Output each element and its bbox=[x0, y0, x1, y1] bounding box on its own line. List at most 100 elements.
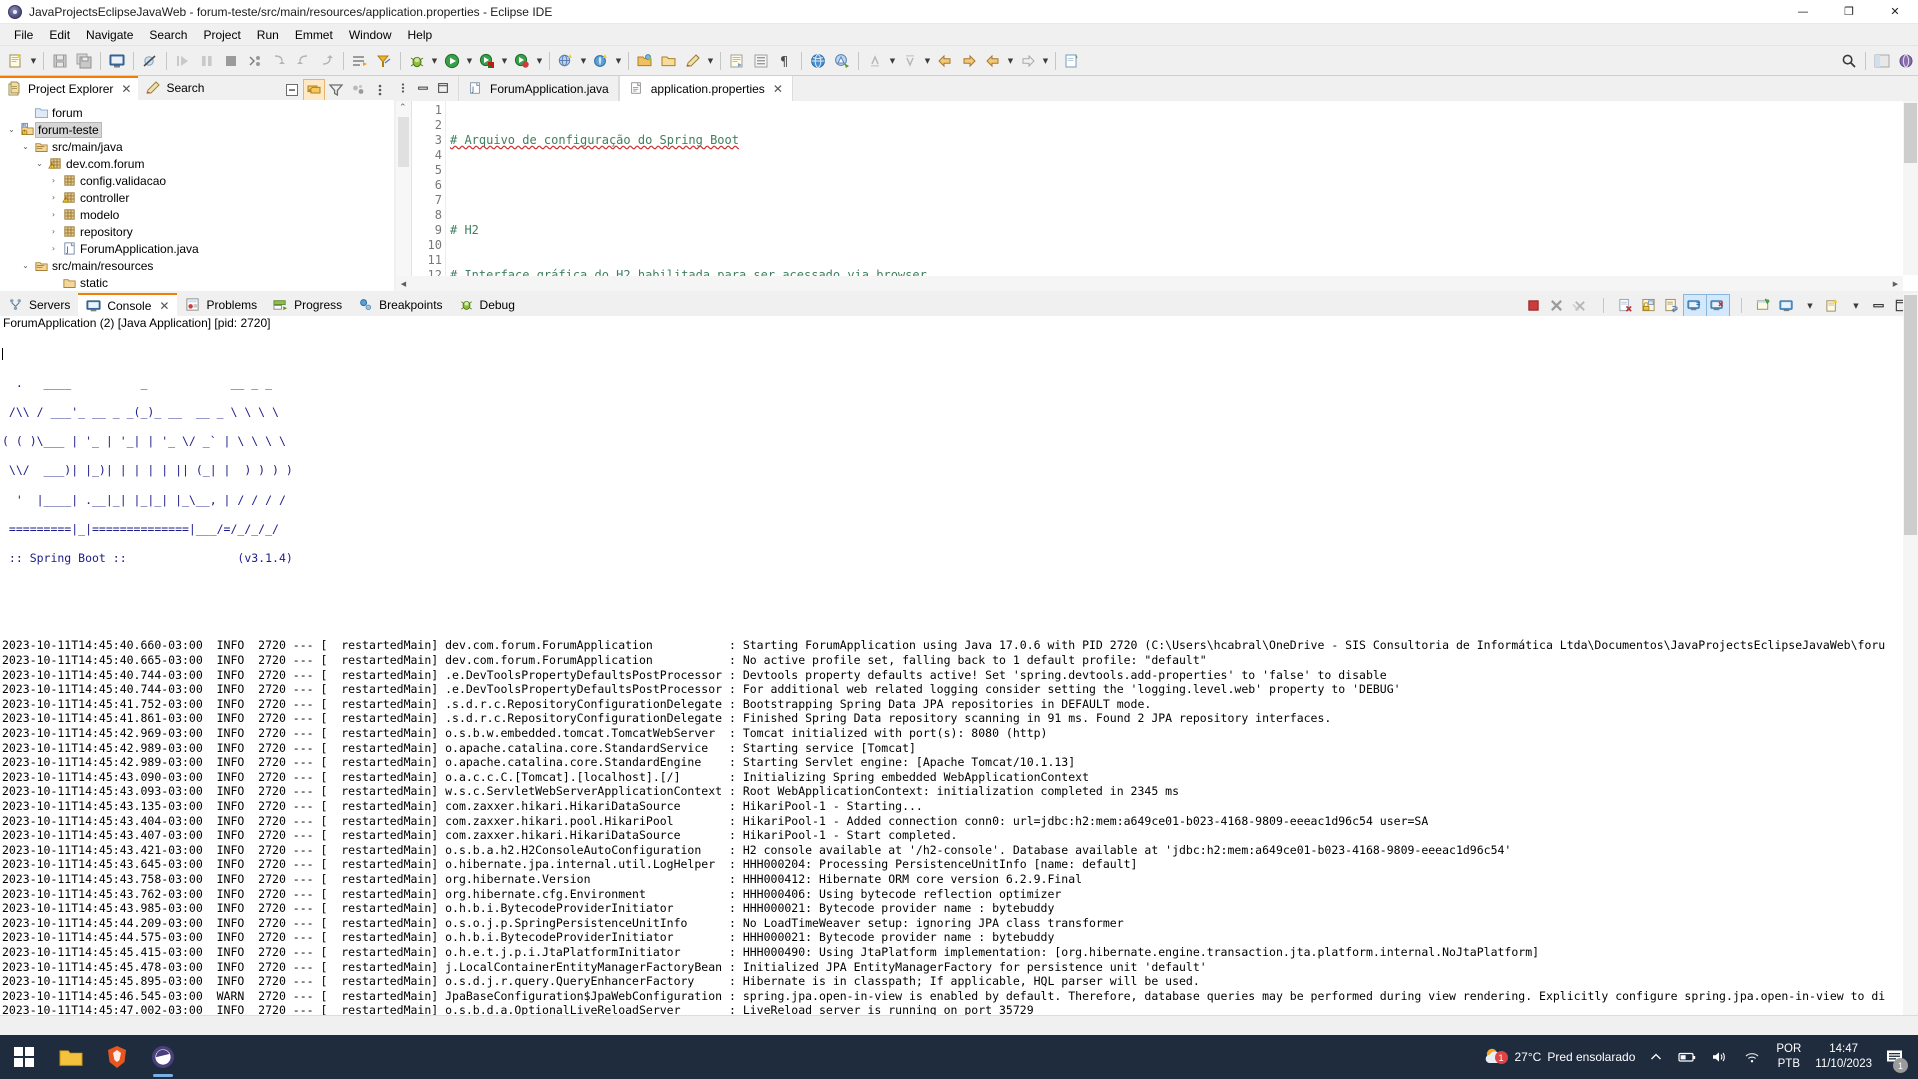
tab-breakpoints[interactable]: Breakpoints bbox=[350, 293, 450, 316]
show-whitespace-icon[interactable]: ¶ bbox=[773, 49, 797, 73]
back-history-icon[interactable] bbox=[981, 49, 1005, 73]
forward-icon[interactable] bbox=[957, 49, 981, 73]
step-into-icon[interactable] bbox=[267, 49, 291, 73]
new-dynamic-web-project-icon[interactable] bbox=[554, 49, 578, 73]
new-wizard-dropdown-icon[interactable]: ▼ bbox=[28, 49, 39, 73]
pin-console-icon[interactable] bbox=[1753, 295, 1775, 316]
next-annotation-dropdown-icon[interactable]: ▼ bbox=[922, 49, 933, 73]
tab-debug[interactable]: Debug bbox=[451, 293, 523, 316]
scrollbar-thumb[interactable] bbox=[1904, 295, 1917, 535]
step-return-icon[interactable] bbox=[315, 49, 339, 73]
tree-item-repository[interactable]: › repository bbox=[0, 223, 394, 240]
code-lines[interactable]: # Arquivo de configuração do Spring Boot… bbox=[446, 101, 1918, 291]
new-server-icon[interactable] bbox=[589, 49, 613, 73]
tab-project-explorer[interactable]: Project Explorer ✕ bbox=[0, 76, 139, 100]
maximize-icon[interactable] bbox=[436, 81, 451, 97]
forward-history-dropdown-icon[interactable]: ▼ bbox=[1040, 49, 1051, 73]
coverage-dropdown-icon[interactable]: ▼ bbox=[499, 49, 510, 73]
twisty[interactable]: › bbox=[46, 244, 61, 253]
terminate-icon[interactable] bbox=[1523, 295, 1545, 316]
new-wizard-icon[interactable] bbox=[4, 49, 28, 73]
view-filter-icon[interactable] bbox=[326, 80, 346, 100]
tree-item-static[interactable]: static bbox=[0, 274, 394, 291]
suspend-icon[interactable] bbox=[195, 49, 219, 73]
web-dropdown-icon[interactable]: ▼ bbox=[578, 49, 589, 73]
save-icon[interactable] bbox=[48, 49, 72, 73]
tree-item-config-validacao[interactable]: › config.validacao bbox=[0, 172, 394, 189]
tree-item-src-main-java[interactable]: ⌄ src/main/java bbox=[0, 138, 394, 155]
show-hidden-icons-chevron-icon[interactable] bbox=[1642, 1050, 1670, 1064]
tab-problems[interactable]: Problems bbox=[177, 293, 265, 316]
twisty[interactable]: › bbox=[46, 193, 61, 202]
scroll-lock-icon[interactable] bbox=[1638, 295, 1660, 316]
clear-console-icon[interactable] bbox=[1615, 295, 1637, 316]
tab-progress[interactable]: Progress bbox=[265, 293, 350, 316]
toggle-block-selection-icon[interactable] bbox=[749, 49, 773, 73]
profile-icon[interactable] bbox=[510, 49, 534, 73]
open-folder-icon[interactable] bbox=[633, 49, 657, 73]
remove-launch-icon[interactable] bbox=[1546, 295, 1568, 316]
tree-item-forum-application-java[interactable]: › J ForumApplication.java bbox=[0, 240, 394, 257]
twisty[interactable]: ⌄ bbox=[18, 142, 33, 151]
minimize-button[interactable]: — bbox=[1780, 0, 1826, 23]
edit-pen-icon[interactable] bbox=[681, 49, 705, 73]
tab-console[interactable]: Console ✕ bbox=[78, 293, 178, 316]
twisty[interactable]: ⌄ bbox=[4, 125, 19, 134]
open-console-icon[interactable] bbox=[1822, 295, 1844, 316]
back-history-dropdown-icon[interactable]: ▼ bbox=[1005, 49, 1016, 73]
word-wrap-icon[interactable] bbox=[1661, 295, 1683, 316]
menu-navigate[interactable]: Navigate bbox=[78, 26, 141, 44]
tab-application-properties[interactable]: application.properties ✕ bbox=[618, 76, 793, 101]
twisty[interactable]: › bbox=[46, 227, 61, 236]
skip-breakpoints-icon[interactable] bbox=[138, 49, 162, 73]
tree-item-forum[interactable]: forum bbox=[0, 104, 394, 121]
new-java-class-icon[interactable] bbox=[348, 49, 372, 73]
terminate-grey-icon[interactable] bbox=[219, 49, 243, 73]
menu-run[interactable]: Run bbox=[249, 26, 287, 44]
scroll-up-icon[interactable]: ⌃ bbox=[399, 103, 407, 113]
code-editor[interactable]: ⌃ 1 2 3 4 5 6 7 8 9 10 11 12 # Arquivo d… bbox=[396, 101, 1918, 291]
step-over-icon[interactable] bbox=[291, 49, 315, 73]
run-dropdown-icon[interactable]: ▼ bbox=[464, 49, 475, 73]
console-vertical-scrollbar[interactable] bbox=[1903, 293, 1918, 1019]
server-dropdown-icon[interactable]: ▼ bbox=[613, 49, 624, 73]
open-perspective-icon[interactable] bbox=[830, 49, 854, 73]
open-folder-plain-icon[interactable] bbox=[657, 49, 681, 73]
tree-item-modelo[interactable]: › modelo bbox=[0, 206, 394, 223]
profile-dropdown-icon[interactable]: ▼ bbox=[534, 49, 545, 73]
menu-edit[interactable]: Edit bbox=[41, 26, 78, 44]
twisty[interactable]: › bbox=[46, 210, 61, 219]
open-console-dropdown-icon[interactable]: ▼ bbox=[1845, 295, 1867, 316]
editor-vertical-scrollbar[interactable] bbox=[1903, 101, 1918, 275]
debug-icon[interactable] bbox=[405, 49, 429, 73]
console-output[interactable]: . ____ _ __ _ _ /\\ / ___'_ __ _ _(_)_ _… bbox=[0, 332, 1918, 1035]
forward-history-icon[interactable] bbox=[1016, 49, 1040, 73]
notification-icon[interactable]: 1 bbox=[1878, 1035, 1912, 1079]
tree-item-forum-teste[interactable]: ⌄ M! forum-teste bbox=[0, 121, 394, 138]
windows-start-icon[interactable] bbox=[0, 1035, 48, 1079]
open-web-perspective-icon[interactable] bbox=[1894, 49, 1918, 73]
display-selected-console-icon[interactable] bbox=[1776, 295, 1798, 316]
menu-search[interactable]: Search bbox=[141, 26, 195, 44]
overview-ruler[interactable]: ⌃ bbox=[396, 101, 412, 291]
focus-on-active-task-icon[interactable] bbox=[348, 80, 368, 100]
maximize-button[interactable]: ❐ bbox=[1826, 0, 1872, 23]
project-tree[interactable]: forum ⌄ M! forum-teste ⌄ src/main/java ⌄ bbox=[0, 100, 394, 291]
edit-dropdown-icon[interactable]: ▼ bbox=[705, 49, 716, 73]
run-as-coverage-icon[interactable] bbox=[475, 49, 499, 73]
menu-project[interactable]: Project bbox=[195, 26, 248, 44]
previous-annotation-dropdown-icon[interactable]: ▼ bbox=[887, 49, 898, 73]
menu-file[interactable]: File bbox=[6, 26, 41, 44]
tab-servers[interactable]: Servers bbox=[0, 293, 78, 316]
scrollbar-thumb[interactable] bbox=[1904, 103, 1917, 163]
open-console-icon[interactable] bbox=[105, 49, 129, 73]
disconnect-icon[interactable] bbox=[243, 49, 267, 73]
open-web-browser-icon[interactable] bbox=[806, 49, 830, 73]
clock[interactable]: 14:47 11/10/2023 bbox=[1809, 1042, 1878, 1072]
collapse-all-icon[interactable] bbox=[282, 80, 302, 100]
tab-search[interactable]: Search bbox=[138, 76, 211, 100]
run-icon[interactable] bbox=[440, 49, 464, 73]
show-console-on-output-icon[interactable] bbox=[1683, 294, 1707, 317]
ruler-thumb[interactable] bbox=[398, 117, 409, 167]
close-icon[interactable]: ✕ bbox=[121, 82, 131, 96]
